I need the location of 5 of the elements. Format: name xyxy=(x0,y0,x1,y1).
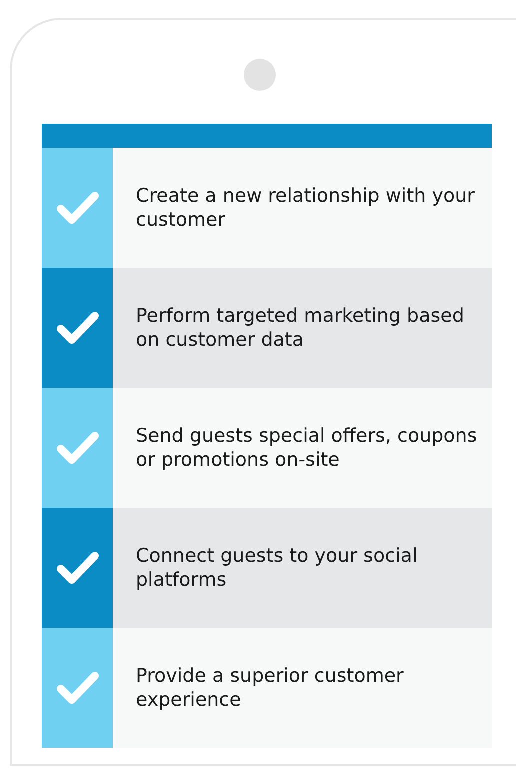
feature-text: Create a new relationship with your customer xyxy=(136,184,476,232)
feature-text: Provide a superior customer experience xyxy=(136,664,405,712)
feature-text: Perform targeted marketing based on customer data xyxy=(136,304,466,352)
feature-text: Connect guests to your social platforms xyxy=(136,544,419,592)
feature-text: Send guests special offers, coupons or promotions on-site xyxy=(136,424,478,472)
